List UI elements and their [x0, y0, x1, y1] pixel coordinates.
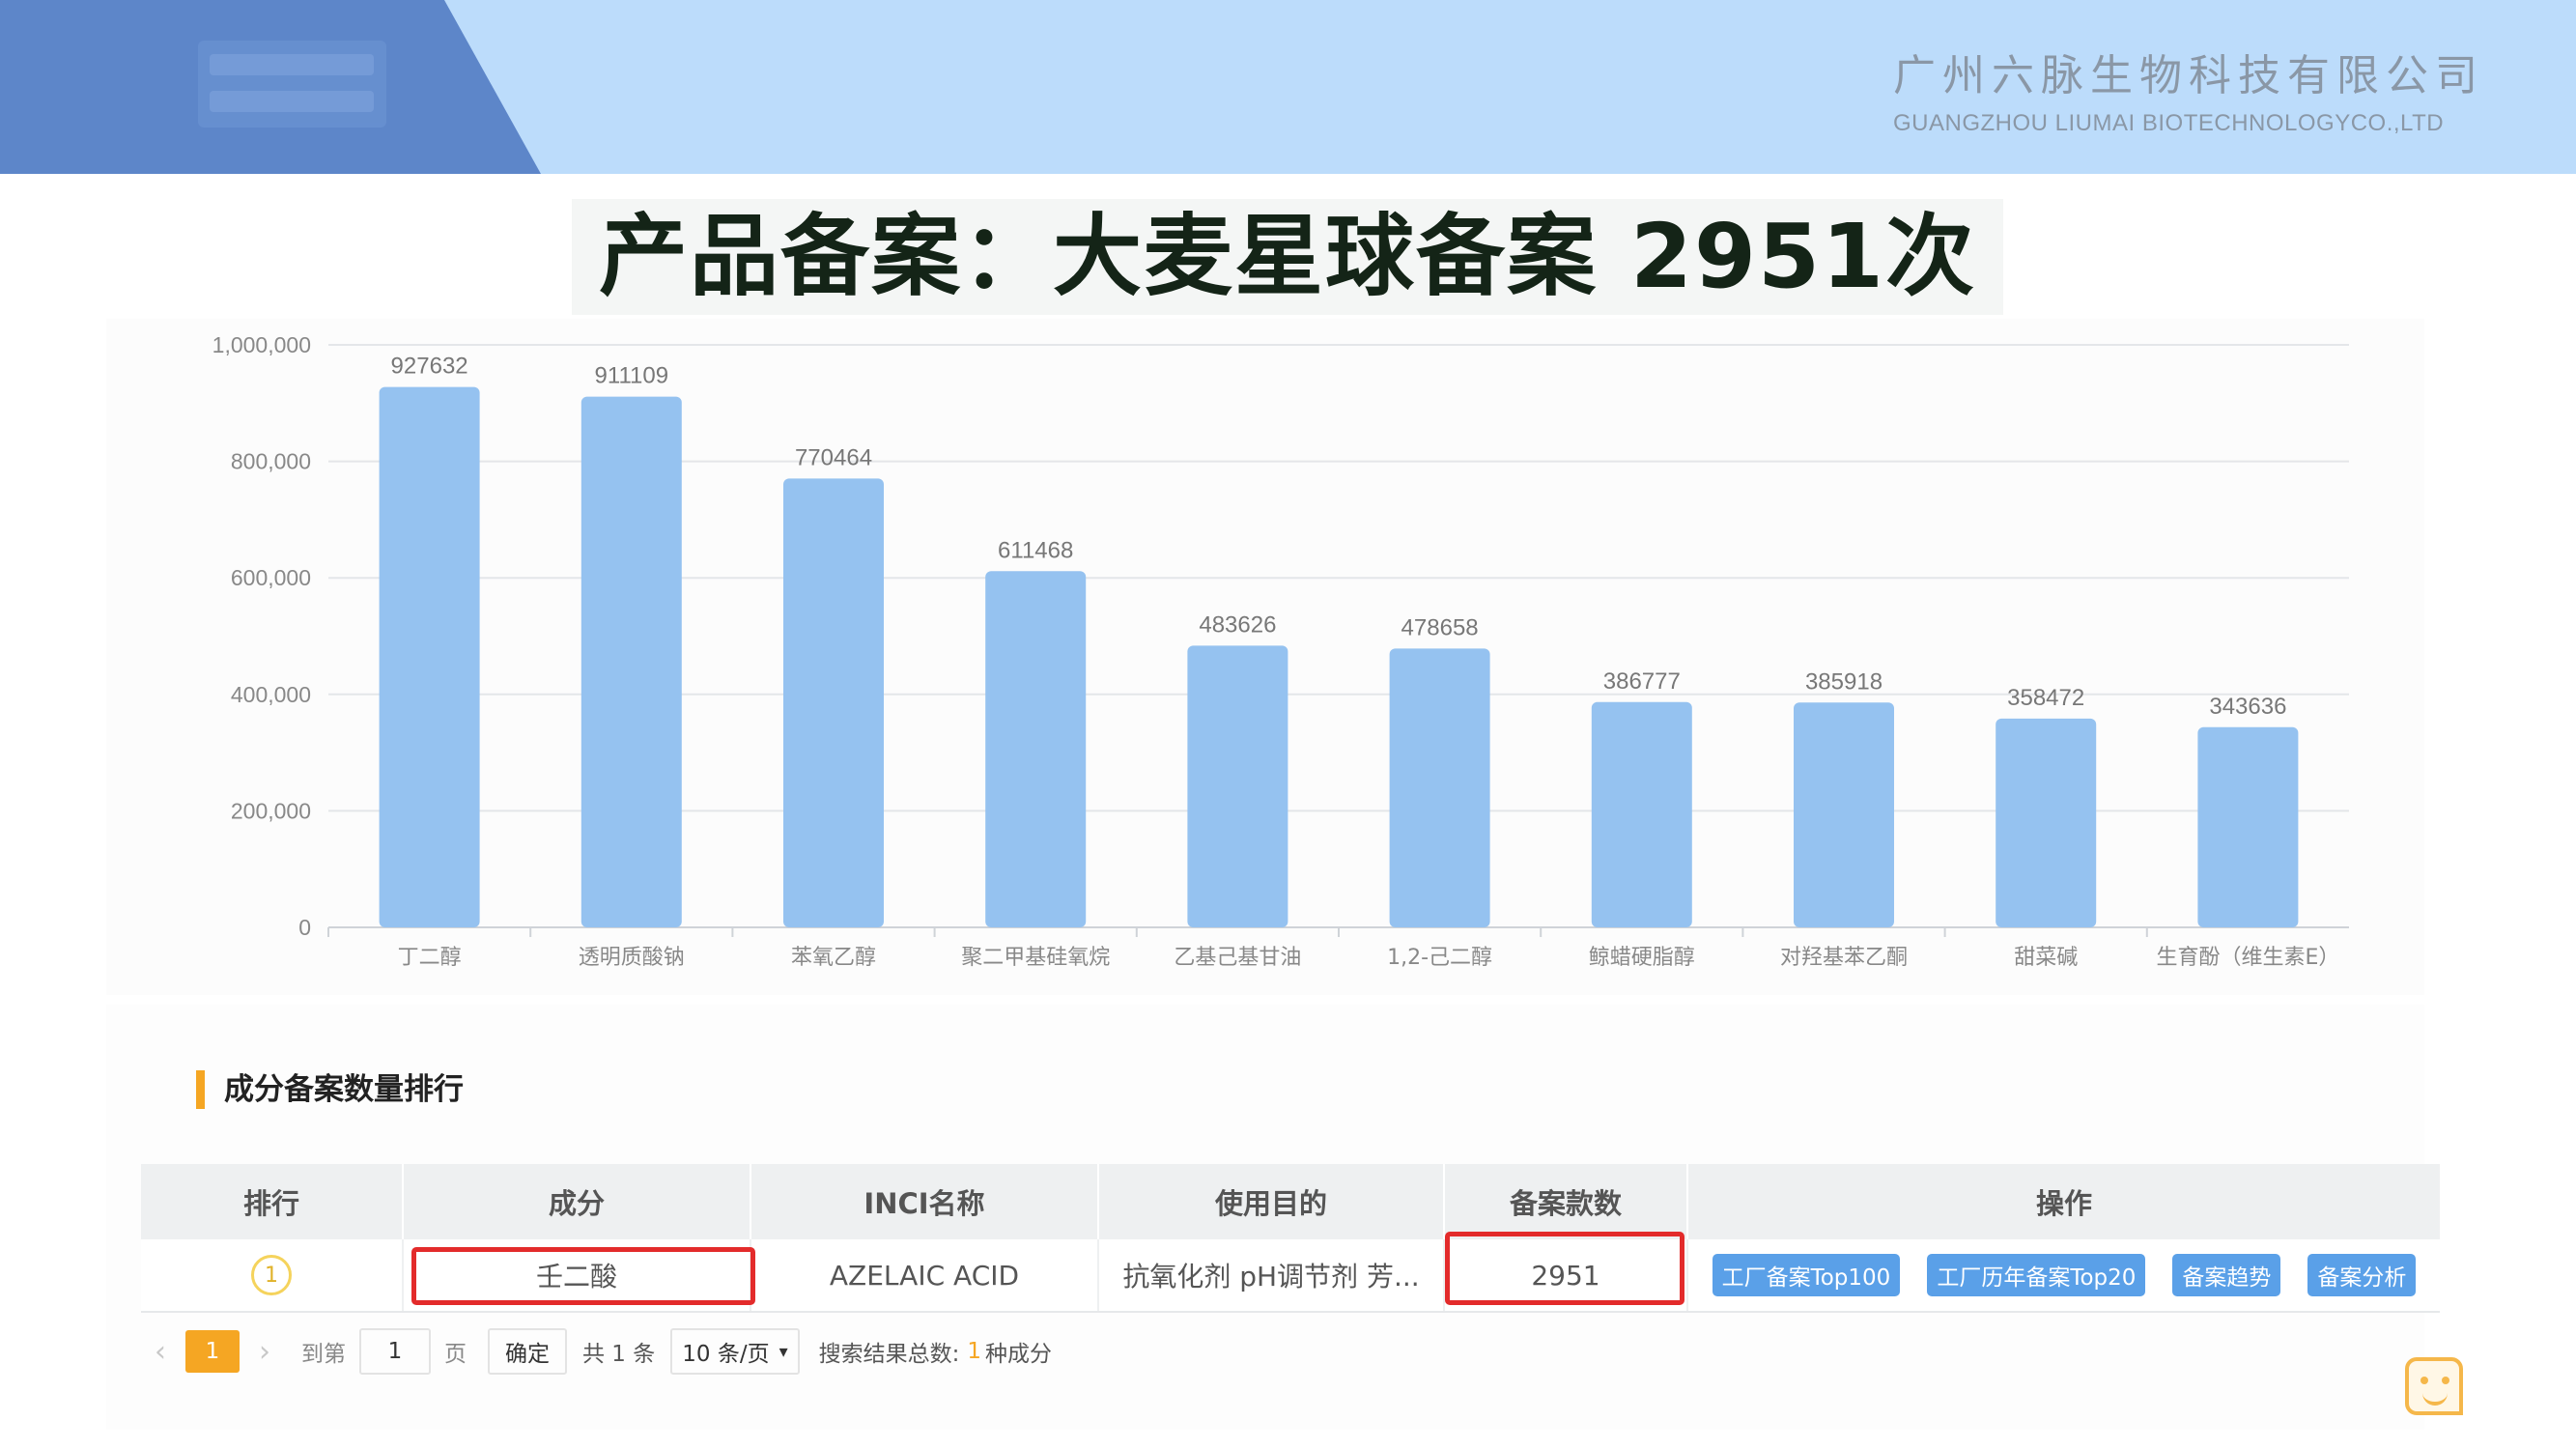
rank-cell: 1 — [141, 1239, 404, 1311]
column-header-actions: 操作 — [2035, 1187, 2092, 1220]
data-label: 483626 — [1199, 611, 1276, 638]
page-size-value: 10 条/页 — [682, 1342, 770, 1367]
page-label: 页 — [444, 1342, 467, 1367]
page-current[interactable]: 1 — [185, 1330, 240, 1373]
highlight-box-ingredient — [411, 1247, 755, 1305]
total-label: 共 1 条 — [582, 1342, 656, 1367]
rank-badge: 1 — [251, 1255, 292, 1295]
page-size-select[interactable]: 10 条/页 ▾ — [670, 1328, 800, 1375]
chat-support-icon[interactable] — [2405, 1357, 2463, 1415]
pagination: ‹ 1 › 到第 1 页 确定 共 1 条 10 条/页 ▾ 搜索结果总数: 1… — [141, 1313, 2440, 1390]
factory-top100-button[interactable]: 工厂备案Top100 — [1712, 1254, 1901, 1296]
data-label: 770464 — [795, 444, 872, 470]
chevron-left-icon[interactable]: ‹ — [141, 1335, 180, 1369]
x-tick-label: 对羟基苯乙酮 — [1780, 946, 1908, 970]
y-tick-label: 400,000 — [231, 682, 311, 707]
x-tick-label: 丁二醇 — [398, 946, 462, 970]
chevron-down-icon: ▾ — [778, 1341, 788, 1362]
factory-yearly-top20-button[interactable]: 工厂历年备案Top20 — [1927, 1254, 2146, 1296]
table-header: 排行 成分 INCI名称 使用目的 备案款数 操作 — [141, 1164, 2440, 1239]
bar — [985, 571, 1087, 927]
highlight-box-count — [1445, 1232, 1684, 1305]
bar — [1187, 645, 1288, 927]
x-tick-label: 鲸蜡硬脂醇 — [1589, 946, 1695, 970]
data-label: 478658 — [1401, 614, 1479, 640]
data-label: 385918 — [1805, 668, 1882, 695]
purpose-cell: 抗氧化剂 pH调节剂 芳... — [1099, 1239, 1445, 1311]
confirm-button[interactable]: 确定 — [488, 1328, 567, 1375]
bar — [2197, 726, 2299, 927]
inci-cell: AZELAIC ACID — [751, 1239, 1099, 1311]
x-tick-label: 苯氧乙醇 — [791, 946, 876, 970]
data-label: 927632 — [391, 354, 468, 380]
bar — [580, 396, 682, 927]
bar — [1591, 701, 1692, 927]
bar — [1794, 702, 1894, 927]
column-header-count: 备案款数 — [1445, 1164, 1688, 1239]
y-tick-label: 0 — [298, 915, 311, 940]
data-label: 611468 — [998, 537, 1073, 563]
x-tick-label: 1,2-己二醇 — [1387, 946, 1492, 970]
results-unit: 种成分 — [985, 1342, 1053, 1367]
data-label: 911109 — [595, 363, 669, 389]
column-header-inci: INCI名称 — [751, 1164, 1099, 1239]
goto-label: 到第 — [301, 1342, 346, 1367]
goto-page-input[interactable]: 1 — [359, 1328, 431, 1375]
bar — [379, 386, 480, 927]
section-marker — [196, 1070, 205, 1109]
x-tick-label: 乙基己基甘油 — [1174, 946, 1301, 970]
section-title: 成分备案数量排行 — [224, 1072, 464, 1107]
results-label: 搜索结果总数: — [818, 1342, 960, 1367]
bar — [1389, 648, 1490, 927]
y-tick-label: 1,000,000 — [212, 332, 311, 357]
data-label: 386777 — [1603, 668, 1681, 695]
column-header-rank: 排行 — [141, 1164, 404, 1239]
bar-chart: 0 200,000 400,000 600,000 800,000 1,000,000 92… — [212, 332, 2349, 970]
chevron-right-icon[interactable]: › — [245, 1335, 284, 1369]
y-tick-label: 800,000 — [231, 449, 311, 474]
table-row: 1 壬二酸 AZELAIC ACID 抗氧化剂 pH调节剂 芳... 2951 … — [141, 1232, 2440, 1313]
x-tick-label: 生育酚（维生素E） — [2156, 946, 2339, 970]
x-tick-label: 甜菜碱 — [2014, 946, 2078, 970]
filing-analysis-button[interactable]: 备案分析 — [2307, 1254, 2417, 1296]
column-header-ingredient: 成分 — [404, 1164, 751, 1239]
data-label: 343636 — [2209, 694, 2286, 720]
x-tick-label: 聚二甲基硅氧烷 — [961, 946, 1110, 970]
results-count: 1 — [967, 1339, 982, 1364]
filing-trend-button[interactable]: 备案趋势 — [2172, 1254, 2281, 1296]
x-tick-label: 透明质酸钠 — [579, 946, 685, 970]
data-label: 358472 — [2007, 685, 2084, 711]
column-header-purpose: 使用目的 — [1099, 1164, 1445, 1239]
bar — [1996, 718, 2097, 927]
bar — [783, 478, 884, 927]
y-tick-label: 600,000 — [231, 565, 311, 590]
y-tick-label: 200,000 — [231, 798, 311, 823]
actions-cell: 工厂备案Top100 工厂历年备案Top20 备案趋势 备案分析 — [1688, 1239, 2440, 1311]
